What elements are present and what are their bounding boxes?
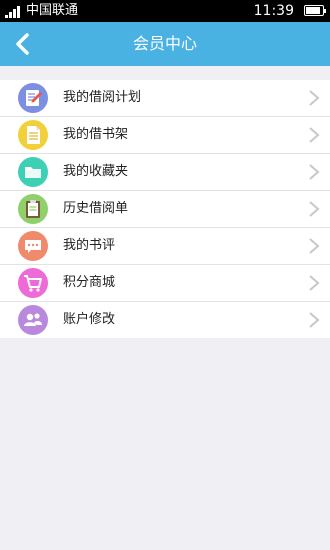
header-bar: 会员中心 xyxy=(0,22,330,66)
chevron-right-icon xyxy=(309,275,320,291)
menu-item-points-mall[interactable]: 积分商城 xyxy=(0,265,330,302)
status-bar: 中国联通 11:39 xyxy=(0,0,330,22)
signal-icon xyxy=(5,6,23,18)
menu-item-bookshelf[interactable]: 我的借书架 xyxy=(0,117,330,154)
menu-item-account-edit[interactable]: 账户修改 xyxy=(0,302,330,338)
status-time: 11:39 xyxy=(253,3,294,19)
menu-item-label: 积分商城 xyxy=(63,275,116,290)
carrier-name: 中国联通 xyxy=(26,3,79,18)
chevron-right-icon xyxy=(309,238,320,254)
menu-item-label: 我的书评 xyxy=(63,238,116,253)
chevron-right-icon xyxy=(309,90,320,106)
chevron-right-icon xyxy=(309,312,320,328)
comment-icon xyxy=(18,231,48,261)
chevron-right-icon xyxy=(309,127,320,143)
menu-item-label: 账户修改 xyxy=(63,312,116,327)
clipboard-icon xyxy=(18,194,48,224)
menu-item-reviews[interactable]: 我的书评 xyxy=(0,228,330,265)
edit-note-icon xyxy=(18,83,48,113)
menu-item-label: 我的借书架 xyxy=(63,127,129,142)
folder-icon xyxy=(18,157,48,187)
menu-item-favorites[interactable]: 我的收藏夹 xyxy=(0,154,330,191)
menu-item-label: 我的借阅计划 xyxy=(63,90,142,105)
battery-level xyxy=(306,7,320,14)
battery-icon xyxy=(304,5,326,16)
shopping-cart-icon xyxy=(18,268,48,298)
users-icon xyxy=(18,305,48,335)
chevron-right-icon xyxy=(309,164,320,180)
menu-item-label: 历史借阅单 xyxy=(63,201,129,216)
menu-item-history[interactable]: 历史借阅单 xyxy=(0,191,330,228)
document-icon xyxy=(18,120,48,150)
menu-item-borrow-plan[interactable]: 我的借阅计划 xyxy=(0,80,330,117)
menu-item-label: 我的收藏夹 xyxy=(63,164,129,179)
member-menu: 我的借阅计划 我的借书架 我的收藏夹 历史借阅单 我的书评 积分商城 账户修改 xyxy=(0,80,330,338)
chevron-right-icon xyxy=(309,201,320,217)
page-title: 会员中心 xyxy=(132,34,197,53)
